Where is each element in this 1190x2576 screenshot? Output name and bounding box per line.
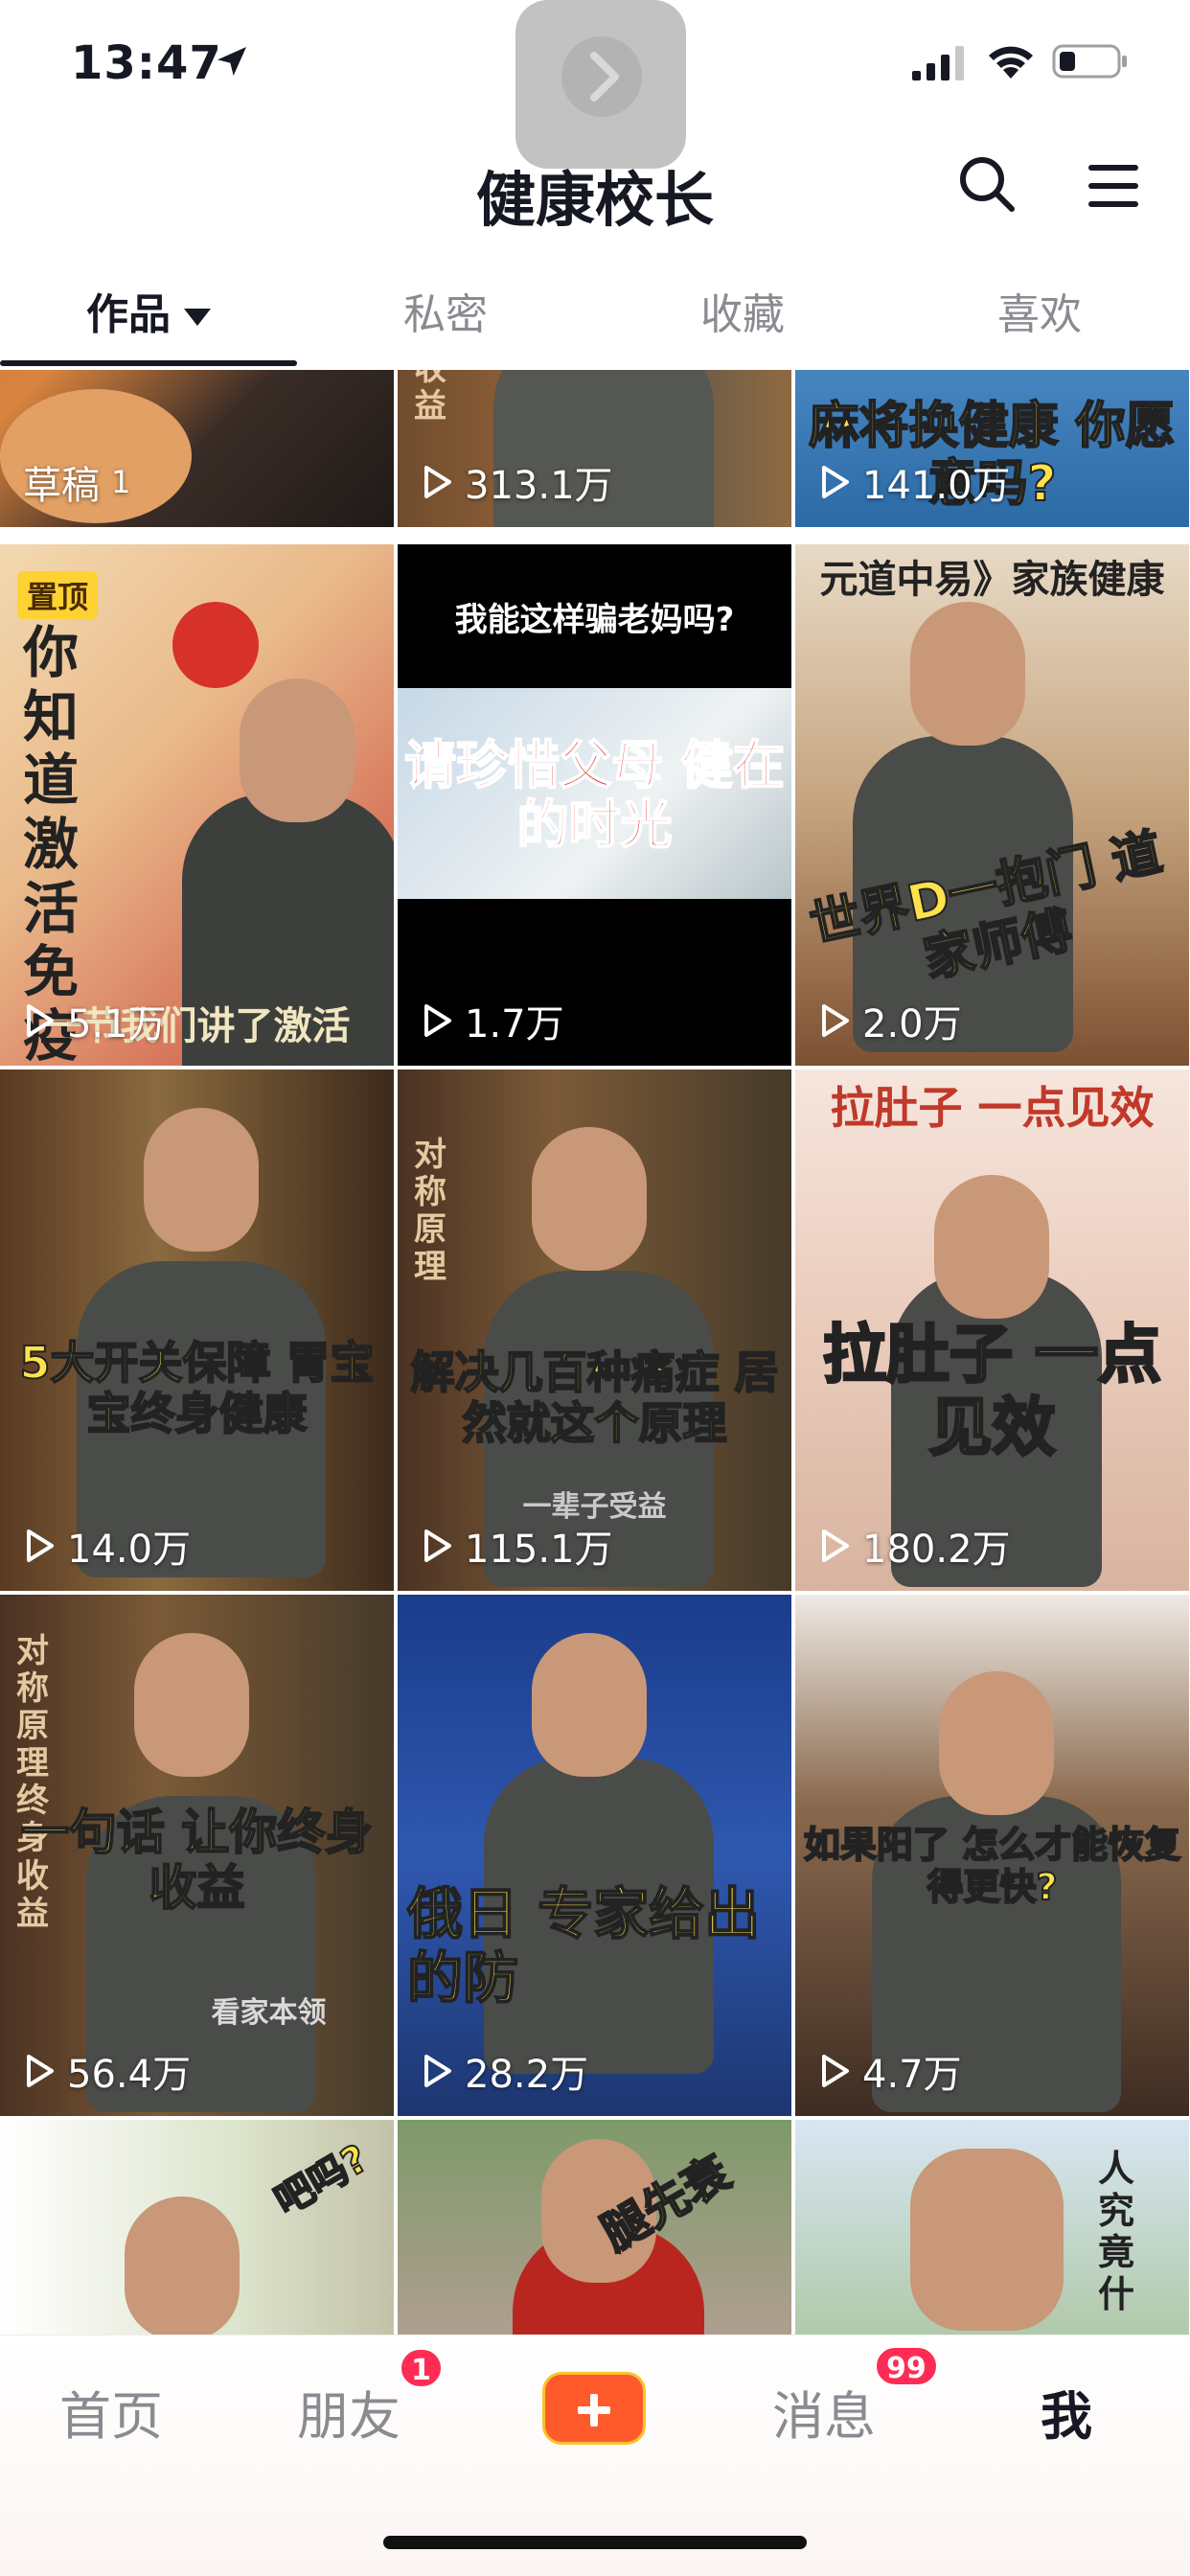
video-tile[interactable]: 俄日 专家给出的防 28.2万 — [398, 1595, 791, 2116]
play-icon — [27, 1530, 54, 1562]
messages-badge: 99 — [874, 2345, 939, 2387]
play-icon — [822, 1530, 849, 1562]
video-tile-pinned[interactable]: 置顶 你知道激活免疫 黑科技吗? 一节我们讲了激活 5.1万 — [0, 544, 394, 1066]
draft-label: 草稿 1 — [23, 464, 131, 508]
play-icon — [424, 2055, 451, 2087]
location-arrow-icon — [217, 47, 246, 76]
video-tile-draft[interactable]: 草稿 1 — [0, 370, 394, 527]
video-views: 5.1万 — [23, 993, 167, 1048]
video-tile[interactable]: 我能这样骗老妈吗? 请珍惜父母 健在的时光 1.7万 — [398, 544, 791, 1066]
tab-private[interactable]: 私密 — [297, 280, 594, 341]
nav-friends[interactable]: 朋友 — [297, 2374, 400, 2450]
video-views: 14.0万 — [23, 1518, 191, 1574]
video-views: 141.0万 — [818, 454, 1011, 510]
pinned-badge: 置顶 — [17, 571, 99, 619]
video-tile[interactable]: 如果阳了 怎么才能恢复得更快? 4.7万 — [795, 1595, 1189, 2116]
profile-header: 健康校长 — [0, 134, 1190, 249]
video-views: 313.1万 — [421, 454, 613, 510]
play-icon — [424, 466, 451, 498]
video-tile[interactable]: 腿先衰 — [398, 2120, 791, 2334]
nav-messages[interactable]: 消息 — [772, 2374, 876, 2450]
battery-icon — [1052, 44, 1127, 79]
play-icon — [822, 2055, 849, 2087]
play-icon — [424, 1004, 451, 1037]
video-views: 180.2万 — [818, 1518, 1011, 1574]
tab-underline — [0, 360, 297, 366]
video-tile[interactable]: 5大开关保障 胃宝宝终身健康 14.0万 — [0, 1070, 394, 1591]
profile-page: 13:47 健康校长 作品 私密 收藏 喜欢 草稿 1 益 313.1万 麻将换… — [0, 0, 1190, 2576]
nav-me[interactable]: 我 — [1041, 2374, 1092, 2450]
lantern-shape — [172, 602, 259, 688]
tab-works[interactable]: 作品 — [0, 280, 297, 341]
home-indicator — [383, 2536, 807, 2549]
caret-down-icon — [184, 309, 211, 326]
video-tile[interactable]: 人究竟什 — [795, 2120, 1189, 2334]
video-views: 56.4万 — [23, 2043, 191, 2099]
video-tile[interactable]: 对称原理 解决几百种痛症 居然就这个原理 一辈子受益 115.1万 — [398, 1070, 791, 1591]
video-tile[interactable]: 拉肚子 一点见效 拉肚子 一点见效 180.2万 — [795, 1070, 1189, 1591]
play-icon — [27, 2055, 54, 2087]
tab-favorites[interactable]: 收藏 — [594, 280, 891, 341]
play-icon — [822, 1004, 849, 1037]
play-icon — [822, 466, 849, 498]
cellular-signal-icon — [912, 46, 964, 80]
video-tile[interactable]: 麻将换健康 你愿意吗? 141.0万 — [795, 370, 1189, 527]
video-tile[interactable]: 吧吗? — [0, 2120, 394, 2334]
profile-tabs: 作品 私密 收藏 喜欢 — [0, 268, 1190, 368]
friends-badge: 1 — [399, 2347, 444, 2389]
video-tile[interactable]: 对称原理 终身收益 一句话 让你终身收益 看家本领 56.4万 — [0, 1595, 394, 2116]
hamburger-menu-icon[interactable] — [1085, 161, 1142, 211]
play-icon — [27, 1004, 54, 1037]
nav-home[interactable]: 首页 — [59, 2374, 163, 2450]
video-tile[interactable]: 收益 313.1万 — [398, 370, 791, 527]
video-views: 2.0万 — [818, 993, 962, 1048]
status-time: 13:47 — [71, 36, 222, 90]
video-grid: 草稿1 收益 313.1万 麻将换健康 你愿意吗? 141.0万 置顶 你知道激… — [0, 370, 1190, 2334]
create-button[interactable] — [542, 2372, 646, 2445]
video-views: 4.7万 — [818, 2043, 962, 2099]
play-icon — [424, 1530, 451, 1562]
video-tile[interactable]: 元道中易》家族健康 世界D一抱门 道家师傅 2.0万 — [795, 544, 1189, 1066]
search-icon[interactable] — [956, 153, 1018, 215]
wifi-icon — [989, 46, 1033, 79]
video-views: 115.1万 — [421, 1518, 613, 1574]
forward-chevron-icon — [561, 36, 642, 117]
video-views: 28.2万 — [421, 2043, 588, 2099]
tab-likes[interactable]: 喜欢 — [891, 280, 1188, 341]
video-views: 1.7万 — [421, 993, 564, 1048]
